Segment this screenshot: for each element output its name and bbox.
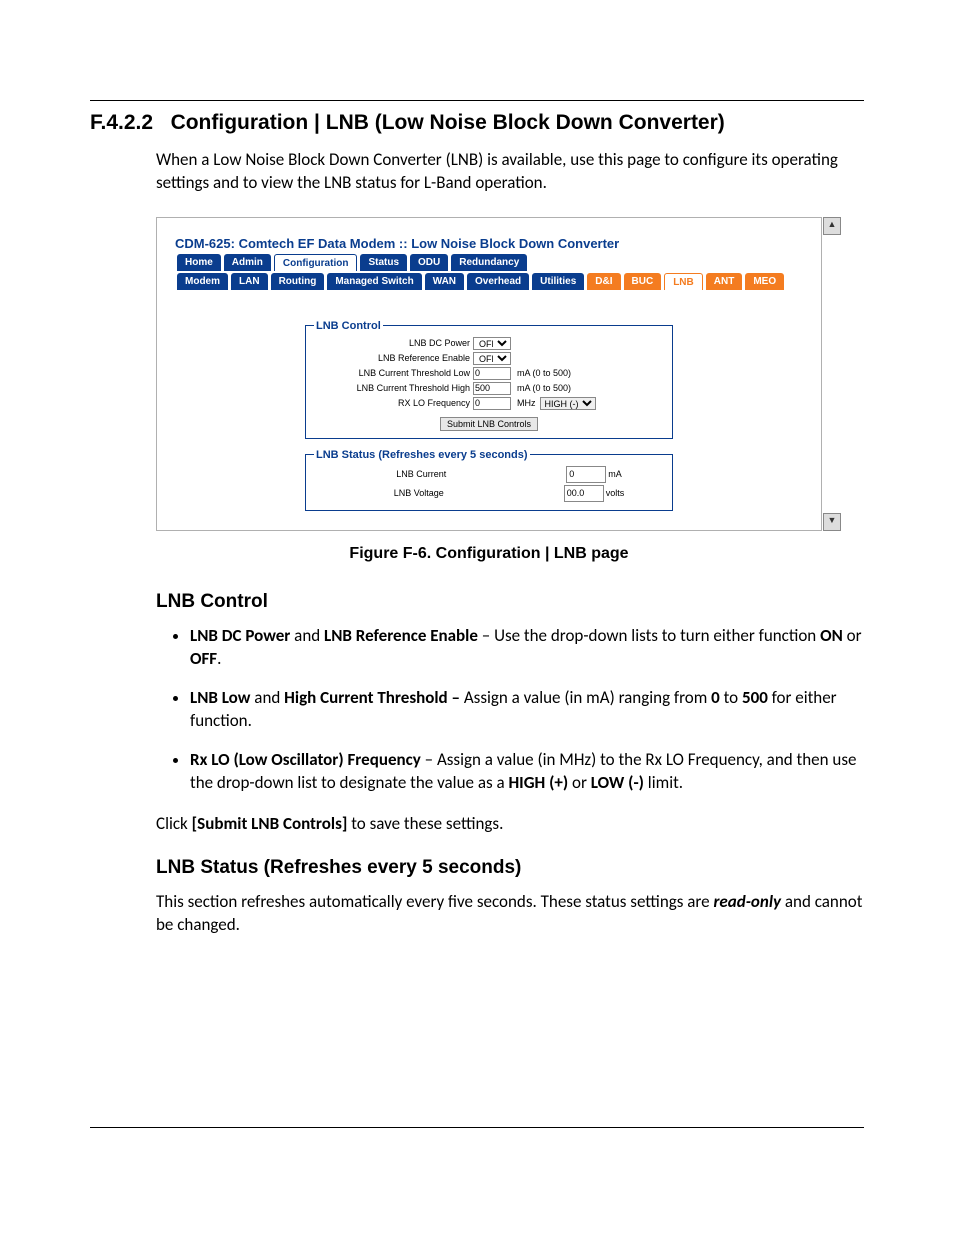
section-heading: F.4.2.2 Configuration | LNB (Low Noise B… — [90, 111, 864, 135]
tab-buc[interactable]: BUC — [624, 273, 662, 290]
rxlo-label: RX LO Frequency — [314, 398, 473, 408]
tab-odu[interactable]: ODU — [410, 254, 448, 271]
tab-wan[interactable]: WAN — [425, 273, 464, 290]
bullet-list: LNB DC Power and LNB Reference Enable – … — [156, 625, 864, 795]
tab-managedswitch[interactable]: Managed Switch — [327, 273, 421, 290]
rxlo-suffix: MHz — [515, 398, 536, 408]
tab-lan[interactable]: LAN — [231, 273, 268, 290]
subhead-lnb-control: LNB Control — [156, 591, 864, 613]
tab-configuration[interactable]: Configuration — [274, 254, 358, 271]
app-title: CDM-625: Comtech EF Data Modem :: Low No… — [175, 236, 803, 251]
ref-enable-label: LNB Reference Enable — [314, 353, 473, 363]
list-item: Rx LO (Low Oscillator) Frequency – Assig… — [190, 749, 864, 795]
tab-ant[interactable]: ANT — [706, 273, 743, 290]
rxlo-input[interactable] — [473, 397, 511, 410]
lnb-control-fieldset: LNB Control LNB DC Power OFF LNB Referen… — [305, 320, 673, 439]
status-current-label: LNB Current — [356, 469, 486, 479]
subhead-lnb-status: LNB Status (Refreshes every 5 seconds) — [156, 857, 864, 879]
dc-power-label: LNB DC Power — [314, 338, 473, 348]
thresh-low-label: LNB Current Threshold Low — [314, 368, 473, 378]
thresh-low-suffix: mA (0 to 500) — [515, 368, 571, 378]
thresh-high-input[interactable] — [473, 382, 511, 395]
lnb-status-fieldset: LNB Status (Refreshes every 5 seconds) L… — [305, 449, 673, 511]
tab-di[interactable]: D&I — [587, 273, 620, 290]
click-paragraph: Click [Submit LNB Controls] to save thes… — [156, 813, 864, 836]
lnb-control-legend: LNB Control — [314, 320, 383, 332]
tab-redundancy[interactable]: Redundancy — [451, 254, 527, 271]
embedded-screenshot: ▲ ▼ CDM-625: Comtech EF Data Modem :: Lo… — [156, 217, 822, 531]
intro-paragraph: When a Low Noise Block Down Converter (L… — [156, 149, 864, 195]
lnb-status-legend: LNB Status (Refreshes every 5 seconds) — [314, 449, 530, 461]
tab-lnb[interactable]: LNB — [664, 273, 703, 290]
figure-caption: Figure F-6. Configuration | LNB page — [156, 545, 822, 563]
submit-lnb-controls-button[interactable]: Submit LNB Controls — [440, 417, 538, 431]
status-voltage-value — [564, 485, 604, 502]
tab-utilities[interactable]: Utilities — [532, 273, 584, 290]
status-voltage-unit: volts — [604, 488, 625, 498]
tab-row-primary: HomeAdminConfigurationStatusODURedundanc… — [175, 254, 803, 271]
tab-admin[interactable]: Admin — [224, 254, 271, 271]
list-item: LNB Low and High Current Threshold – Ass… — [190, 687, 864, 733]
status-voltage-label: LNB Voltage — [354, 488, 484, 498]
list-item: LNB DC Power and LNB Reference Enable – … — [190, 625, 864, 671]
tab-status[interactable]: Status — [360, 254, 407, 271]
status-paragraph: This section refreshes automatically eve… — [156, 891, 864, 937]
thresh-low-input[interactable] — [473, 367, 511, 380]
tab-home[interactable]: Home — [177, 254, 221, 271]
status-current-unit: mA — [606, 469, 622, 479]
tab-row-secondary: ModemLANRoutingManaged SwitchWANOverhead… — [175, 273, 803, 290]
dc-power-select[interactable]: OFF — [473, 337, 511, 350]
thresh-high-label: LNB Current Threshold High — [314, 383, 473, 393]
tab-routing[interactable]: Routing — [271, 273, 325, 290]
tab-modem[interactable]: Modem — [177, 273, 228, 290]
scroll-up-icon[interactable]: ▲ — [823, 217, 841, 235]
ref-enable-select[interactable]: OFF — [473, 352, 511, 365]
tab-overhead[interactable]: Overhead — [467, 273, 529, 290]
tab-meo[interactable]: MEO — [745, 273, 784, 290]
rxlo-mode-select[interactable]: HIGH (-) — [540, 397, 596, 410]
thresh-high-suffix: mA (0 to 500) — [515, 383, 571, 393]
scroll-down-icon[interactable]: ▼ — [823, 513, 841, 531]
status-current-value — [566, 466, 606, 483]
